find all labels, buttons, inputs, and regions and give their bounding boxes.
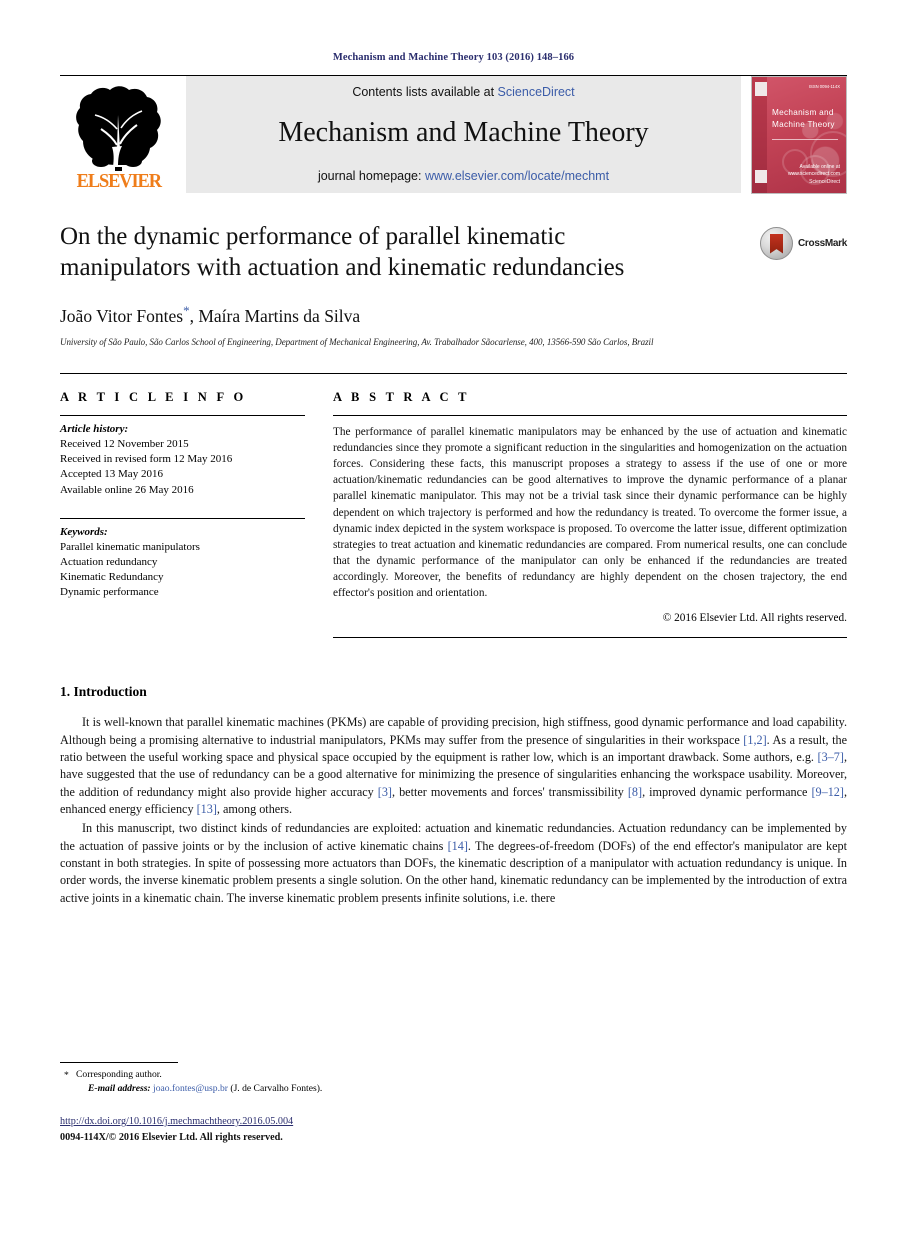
sciencedirect-link[interactable]: ScienceDirect <box>498 85 575 99</box>
footnote-rule <box>60 1062 178 1063</box>
footnote-corresponding: * Corresponding author. <box>60 1068 847 1082</box>
homepage-label: journal homepage: <box>317 169 425 183</box>
author-primary: João Vitor Fontes <box>60 305 184 326</box>
paragraph-1: It is well-known that parallel kinematic… <box>60 714 847 818</box>
crossmark-badge[interactable]: CrossMark <box>760 227 847 260</box>
abstract-copyright: © 2016 Elsevier Ltd. All rights reserved… <box>662 612 847 625</box>
author-secondary: , Maíra Martins da Silva <box>189 305 361 326</box>
citation-ref[interactable]: [13] <box>197 802 217 816</box>
history-available-online: Available online 26 May 2016 <box>60 483 194 496</box>
running-head: Mechanism and Machine Theory 103 (2016) … <box>332 52 575 63</box>
para1-seg-e: , improved dynamic performance <box>642 784 812 799</box>
crossmark-circle-icon <box>760 227 793 260</box>
doi-link[interactable]: http://dx.doi.org/10.1016/j.mechmachtheo… <box>60 1114 293 1130</box>
cover-top-note: ISSN 0094-114X <box>808 84 840 89</box>
journal-homepage-line: journal homepage: www.elsevier.com/locat… <box>318 169 609 183</box>
keyword-item: Parallel kinematic manipulators <box>60 540 200 553</box>
abstract-heading: A B S T R A C T <box>333 389 470 404</box>
contents-line: Contents lists available at ScienceDirec… <box>352 85 574 99</box>
article-history-label: Article history: <box>60 422 129 435</box>
footnote-email: E-mail address: joao.fontes@usp.br (J. d… <box>60 1082 847 1096</box>
citation-ref[interactable]: [1,2] <box>743 733 766 747</box>
keyword-item: Actuation redundancy <box>60 556 158 569</box>
cover-foot-note: Available online at www.sciencedirect.co… <box>788 163 840 178</box>
journal-cover-thumbnail: ISSN 0094-114X Mechanism and Machine The… <box>751 76 847 194</box>
article-info-abstract: A R T I C L E I N F O Article history: R… <box>60 372 847 639</box>
footnote-star-marker: * <box>64 1070 69 1081</box>
keyword-item: Dynamic performance <box>60 586 159 599</box>
citation-ref[interactable]: [8] <box>628 785 642 799</box>
cover-divider <box>772 139 838 140</box>
email-link[interactable]: joao.fontes@usp.br <box>153 1083 228 1094</box>
para1-seg-d: , better movements and forces' transmiss… <box>392 784 628 799</box>
citation-ref[interactable]: [9–12] <box>811 785 844 799</box>
elsevier-tree-icon <box>71 85 167 171</box>
cover-elsevier-mark-icon <box>755 82 767 96</box>
author-list: João Vitor Fontes*, Maíra Martins da Sil… <box>60 303 847 327</box>
title-block: CrossMark On the dynamic performance of … <box>60 221 847 347</box>
page-title: On the dynamic performance of parallel k… <box>60 223 625 281</box>
journal-banner: Contents lists available at ScienceDirec… <box>186 76 741 193</box>
cover-foot-brand: ScienceDirect <box>809 178 840 185</box>
email-address-label: E-mail address: <box>88 1083 151 1095</box>
keywords-label: Keywords: <box>60 525 108 538</box>
history-received: Received 12 November 2015 <box>60 438 189 450</box>
crossmark-label: CrossMark <box>798 238 847 249</box>
journal-masthead: ELSEVIER Contents lists available at Sci… <box>60 75 847 194</box>
footnote-corresponding-text: Corresponding author. <box>76 1069 162 1080</box>
affiliation: University of São Paulo, São Carlos Scho… <box>60 336 654 347</box>
contents-prefix: Contents lists available at <box>352 85 498 99</box>
cover-title-line1: Mechanism and <box>772 108 834 117</box>
abstract-rule-bottom <box>333 637 847 639</box>
history-revised: Received in revised form 12 May 2016 <box>60 453 233 466</box>
paragraph-2: In this manuscript, two distinct kinds o… <box>60 820 847 907</box>
para1-seg-a: It is well-known that parallel kinematic… <box>60 715 847 747</box>
citation-ref[interactable]: [14] <box>448 839 468 853</box>
journal-title: Mechanism and Machine Theory <box>278 117 649 148</box>
cover-footer: Available online at www.sciencedirect.co… <box>752 164 840 187</box>
abstract-text: The performance of parallel kinematic ma… <box>333 425 847 600</box>
footnote-block: * Corresponding author. E-mail address: j… <box>60 1062 847 1097</box>
article-info-heading: A R T I C L E I N F O <box>60 389 247 404</box>
keywords-group: Keywords: Parallel kinematic manipulator… <box>60 519 305 601</box>
abstract-column: A B S T R A C T The performance of paral… <box>333 390 847 639</box>
cover-title-line2: Machine Theory <box>772 120 835 130</box>
citation-ref[interactable]: [3] <box>378 785 392 799</box>
para1-seg-g: , among others. <box>216 802 293 817</box>
elsevier-logo: ELSEVIER <box>60 76 178 193</box>
homepage-url-link[interactable]: www.elsevier.com/locate/mechmt <box>425 169 609 183</box>
elsevier-wordmark: ELSEVIER <box>76 170 162 192</box>
article-info-column: A R T I C L E I N F O Article history: R… <box>60 390 305 639</box>
paper-page: Mechanism and Machine Theory 103 (2016) … <box>0 0 907 1238</box>
citation-ref[interactable]: [3–7] <box>818 750 844 764</box>
history-accepted: Accepted 13 May 2016 <box>60 468 163 481</box>
email-owner: (J. de Carvalho Fontes). <box>230 1083 323 1095</box>
page-footer: http://dx.doi.org/10.1016/j.mechmachtheo… <box>60 1114 293 1146</box>
article-history: Article history: Received 12 November 20… <box>60 416 305 498</box>
issn-copyright-line: 0094-114X/© 2016 Elsevier Ltd. All right… <box>60 1131 283 1143</box>
cover-title: Mechanism and Machine Theory <box>772 107 840 132</box>
body-content: 1. Introduction It is well-known that pa… <box>60 684 847 907</box>
crossmark-bookmark-icon <box>770 233 783 254</box>
section-heading-introduction: 1. Introduction <box>60 684 147 700</box>
keyword-item: Kinematic Redundancy <box>60 571 164 584</box>
